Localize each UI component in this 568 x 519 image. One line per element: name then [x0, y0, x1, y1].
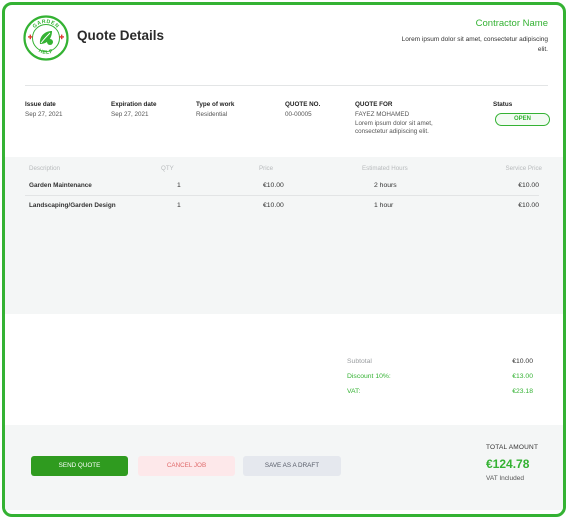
item-service-price: €10.00	[518, 202, 539, 209]
header: GARDEN HELP Quote Details Contractor Nam…	[5, 5, 563, 85]
total-amount-label: TOTAL AMOUNT	[486, 444, 539, 451]
quote-no-value: 00-00005	[285, 111, 312, 118]
action-footer: SEND QUOTE CANCEL JOB SAVE AS A DRAFT TO…	[5, 425, 563, 510]
quote-details-card: GARDEN HELP Quote Details Contractor Nam…	[2, 2, 566, 517]
page-title: Quote Details	[77, 28, 165, 43]
item-price: €10.00	[263, 202, 284, 209]
work-type-block: Type of work Residential	[196, 101, 234, 120]
quote-no-block: QUOTE NO. 00-00005	[285, 101, 320, 120]
line-items-panel: Description QTY Price Estimated Hours Se…	[5, 157, 563, 314]
item-service-price: €10.00	[518, 182, 539, 189]
issue-date-label: Issue date	[25, 101, 56, 108]
expiration-date-value: Sep 27, 2021	[111, 111, 149, 118]
quote-for-label: QUOTE FOR	[355, 101, 393, 108]
column-header-qty: QTY	[161, 165, 174, 172]
issue-date-value: Sep 27, 2021	[25, 111, 63, 118]
discount-label: Discount 10%:	[347, 373, 391, 380]
item-qty: 1	[177, 202, 181, 209]
work-type-label: Type of work	[196, 101, 235, 108]
send-quote-button[interactable]: SEND QUOTE	[31, 456, 128, 476]
contractor-name: Contractor Name	[475, 18, 548, 29]
item-description: Landscaping/Garden Design	[29, 202, 116, 209]
expiration-date-label: Expiration date	[111, 101, 157, 108]
vat-value: €23.18	[512, 388, 533, 395]
contractor-description: Lorem ipsum dolor sit amet, consectetur …	[401, 36, 548, 53]
quote-for-description: Lorem ipsum dolor sit amet, consectetur …	[355, 119, 433, 136]
work-type-value: Residential	[196, 111, 228, 118]
vat-included-note: VAT Included	[486, 475, 524, 482]
table-row: Garden Maintenance 1 €10.00 2 hours €10.…	[25, 176, 539, 197]
quote-for-block: QUOTE FOR FAYEZ MOHAMED Lorem ipsum dolo…	[355, 101, 460, 137]
column-header-description: Description	[29, 165, 60, 172]
header-divider	[25, 85, 548, 86]
subtotal-value: €10.00	[512, 358, 533, 365]
quote-for-name: FAYEZ MOHAMED	[355, 111, 410, 118]
status-block: Status	[493, 101, 512, 111]
item-qty: 1	[177, 182, 181, 189]
garden-help-logo-icon: GARDEN HELP	[23, 15, 69, 61]
table-row: Landscaping/Garden Design 1 €10.00 1 hou…	[25, 196, 539, 217]
item-hours: 1 hour	[374, 202, 394, 209]
save-draft-button[interactable]: SAVE AS A DRAFT	[243, 456, 341, 476]
expiration-date-block: Expiration date Sep 27, 2021	[111, 101, 157, 120]
column-header-service-price: Service Price	[505, 165, 542, 172]
item-description: Garden Maintenance	[29, 182, 92, 189]
discount-value: €13.00	[512, 373, 533, 380]
cancel-job-button[interactable]: CANCEL JOB	[138, 456, 235, 476]
status-label: Status	[493, 101, 513, 108]
total-amount-value: €124.78	[486, 457, 530, 471]
issue-date-block: Issue date Sep 27, 2021	[25, 101, 62, 120]
status-badge: OPEN	[495, 113, 550, 126]
item-hours: 2 hours	[374, 182, 397, 189]
quote-no-label: QUOTE NO.	[285, 101, 321, 108]
column-header-estimated-hours: Estimated Hours	[362, 165, 408, 172]
column-header-price: Price	[259, 165, 274, 172]
subtotal-label: Subtotal	[347, 358, 372, 365]
vat-label: VAT:	[347, 388, 361, 395]
item-price: €10.00	[263, 182, 284, 189]
